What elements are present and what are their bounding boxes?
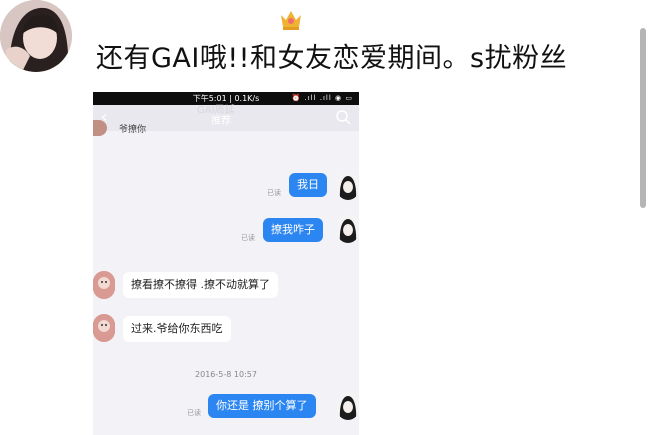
sender-avatar [337, 392, 359, 420]
sender-avatar [337, 172, 359, 200]
user-avatar[interactable] [0, 0, 72, 72]
contact-avatar [93, 120, 107, 136]
contact-avatar [93, 271, 115, 299]
chat-bubble-received[interactable]: 过来.爷给你东西吃 [123, 316, 231, 342]
cut-off-message: 爷撩你 [93, 120, 243, 136]
chat-bubble-sent[interactable]: 你还是 撩别个算了 [208, 394, 316, 418]
search-icon[interactable] [335, 109, 351, 125]
chat-bubble-received[interactable]: 撩看撩不撩得 .撩不动就算了 [123, 272, 278, 298]
status-icons: ⏰ .ıll .ıll ◉ ▭ [291, 94, 353, 102]
chat-bubble-sent[interactable]: 我日 [289, 173, 327, 197]
post-text: 还有GAI哦!!和女友恋爱期间。s扰粉丝 [96, 43, 568, 74]
contact-avatar [93, 314, 115, 342]
read-status: 已读 [187, 409, 201, 417]
chat-screenshot[interactable]: 下午5:01 | 0.1K/s ⏰ .ıll .ıll ◉ ▭ ‹ GAI周延 … [93, 92, 359, 435]
scrollbar[interactable] [640, 28, 646, 208]
read-status: 已读 [267, 189, 281, 197]
crown-icon [281, 11, 301, 30]
chat-timestamp: 2016-5-8 10:57 [195, 370, 257, 379]
sender-avatar [337, 215, 359, 243]
cut-off-message-text: 爷撩你 [119, 125, 147, 135]
read-status: 已读 [241, 234, 255, 242]
chat-bubble-sent[interactable]: 撩我咋子 [263, 218, 323, 242]
